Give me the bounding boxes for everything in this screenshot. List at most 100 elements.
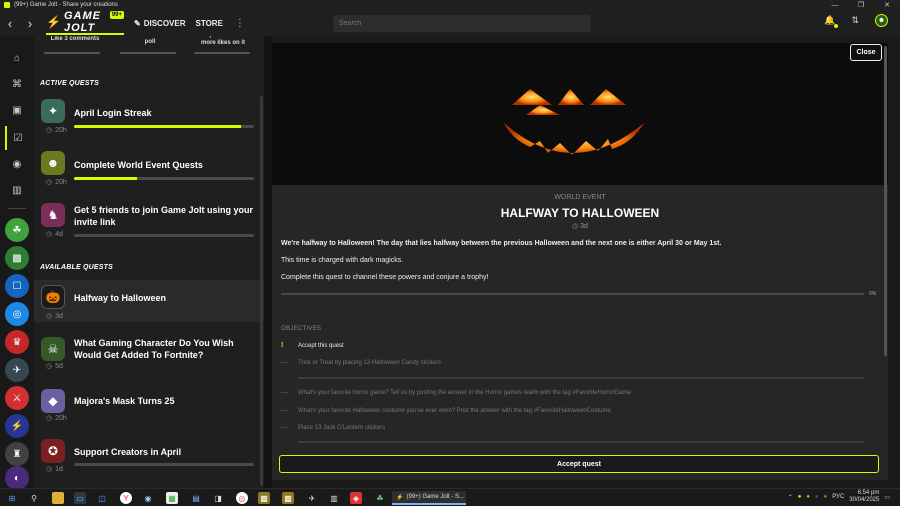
quest-emblem-icon: ◆ bbox=[41, 389, 65, 413]
app-icon[interactable]: ▩ bbox=[258, 492, 270, 504]
app-icon[interactable]: ◨ bbox=[212, 492, 224, 504]
quest-item-selected[interactable]: 🎃 ◷ 3d Halfway to Halloween bbox=[34, 280, 264, 322]
search-icon[interactable]: ⚲ bbox=[28, 492, 40, 504]
community-icon[interactable]: ◎ bbox=[5, 302, 29, 326]
chrome-icon[interactable]: ◎ bbox=[236, 492, 248, 504]
community-icon[interactable]: ◐ bbox=[5, 466, 29, 490]
home-icon[interactable]: ⌂ bbox=[5, 46, 29, 70]
tray-expand-icon[interactable]: ⌃ bbox=[788, 494, 793, 501]
modal-scrollbar[interactable] bbox=[884, 46, 887, 356]
file-explorer-icon[interactable] bbox=[52, 492, 64, 504]
notifications-bell-icon[interactable]: 🔔 bbox=[824, 15, 839, 28]
library-icon[interactable]: ▥ bbox=[5, 178, 29, 202]
quest-title: Complete World Event Quests bbox=[74, 160, 203, 170]
objective-item: — Place 13 Jack O'Lantern stickers bbox=[281, 424, 385, 431]
store-icon[interactable]: ⌘ bbox=[5, 72, 29, 96]
compass-icon: ✎ bbox=[134, 18, 141, 28]
app-icon[interactable]: ▥ bbox=[328, 492, 340, 504]
community-icon[interactable]: ♛ bbox=[5, 330, 29, 354]
quests-icon[interactable]: ⇅ bbox=[851, 15, 859, 26]
top-right-icons: 🔔 ⇅ ☻ bbox=[824, 14, 888, 28]
quests-rail-icon[interactable]: ☑ bbox=[5, 126, 29, 150]
community-icon[interactable]: ⚔ bbox=[5, 386, 29, 410]
app-icon[interactable]: ◈ bbox=[350, 492, 362, 504]
event-progress-percent: 0% bbox=[869, 291, 877, 297]
window-title-text: (99+) Game Jolt - Share your creations bbox=[14, 2, 118, 8]
notification-center-icon[interactable]: ▭ bbox=[884, 494, 890, 501]
close-modal-button[interactable]: Close bbox=[850, 44, 882, 61]
quest-item[interactable]: ☠ ◷ 5d What Gaming Character Do You Wish … bbox=[34, 332, 264, 374]
tray-app-icon[interactable]: ● bbox=[806, 494, 810, 500]
minimize-button[interactable]: — bbox=[822, 0, 848, 10]
quest-emblem-icon: ✪ bbox=[41, 439, 65, 463]
maximize-button[interactable]: ❐ bbox=[848, 0, 874, 10]
tray-app-icon[interactable]: ● bbox=[824, 494, 828, 500]
quests-top-row: Like 3 comments poll Like a post with 10… bbox=[34, 36, 264, 58]
photos-icon[interactable]: ▭ bbox=[74, 492, 86, 504]
user-avatar[interactable]: ☻ bbox=[875, 14, 888, 27]
objective-text: What's your favorite horror game? Tell u… bbox=[298, 389, 631, 396]
app-icon[interactable]: ✈ bbox=[306, 492, 318, 504]
notification-count-badge: 99+ bbox=[109, 11, 124, 19]
quest-icon: ✪ bbox=[40, 438, 66, 464]
community-icon[interactable]: ☘ bbox=[5, 218, 29, 242]
app-icon[interactable]: ▤ bbox=[190, 492, 202, 504]
tray-app-icon[interactable]: ● bbox=[815, 494, 819, 500]
gamejolt-logo[interactable]: ⚡ GAME JOLT 99+ bbox=[46, 10, 124, 35]
keyboard-language[interactable]: РУС bbox=[832, 494, 844, 500]
quest-top-title[interactable]: Like 3 comments bbox=[40, 36, 110, 42]
app-icon[interactable]: ☘ bbox=[374, 492, 386, 504]
top-navigation: ‹ › ⚡ GAME JOLT 99+ ✎ DISCOVER STORE ⋮ 🔔… bbox=[0, 10, 900, 36]
accept-quest-button[interactable]: Accept quest bbox=[279, 455, 879, 473]
community-icon[interactable]: ▩ bbox=[5, 246, 29, 270]
more-menu-icon[interactable]: ⋮ bbox=[235, 18, 245, 29]
quest-item[interactable]: ♞ ◷ 4d Get 5 friends to join Game Jolt us… bbox=[34, 196, 264, 246]
quest-time-text: 20h bbox=[55, 126, 67, 134]
forward-button[interactable]: › bbox=[20, 10, 40, 36]
objective-progress-bar bbox=[298, 441, 864, 443]
app-icon[interactable]: ▩ bbox=[282, 492, 294, 504]
quest-time-text: 1d bbox=[55, 465, 63, 473]
taskbar-gamejolt-app[interactable]: ⚡ (99+) Game Jolt - S... bbox=[392, 491, 466, 505]
quest-icon: ◆ bbox=[40, 388, 66, 414]
quest-item[interactable]: ✪ ◷ 1d Support Creators in April bbox=[34, 436, 264, 480]
clock-date: 30/04/2025 bbox=[849, 497, 880, 503]
quest-icon: 🎃 bbox=[40, 284, 66, 310]
close-window-button[interactable]: ✕ bbox=[874, 0, 900, 10]
quest-item[interactable]: ◆ ◷ 20h Majora's Mask Turns 25 bbox=[34, 386, 264, 426]
quest-icon: ♞ bbox=[40, 202, 66, 228]
community-icon[interactable]: ✈ bbox=[5, 358, 29, 382]
chat-icon[interactable]: ◉ bbox=[5, 152, 29, 176]
quest-top-title[interactable]: poll bbox=[130, 39, 170, 45]
quest-time: ◷ 3d bbox=[46, 312, 63, 321]
backpack-icon[interactable]: ▣ bbox=[5, 98, 29, 122]
quest-item[interactable]: ☻ ◷ 20h Complete World Event Quests bbox=[34, 146, 264, 190]
community-icon[interactable]: ♜ bbox=[5, 442, 29, 466]
yandex-icon[interactable]: Y bbox=[120, 492, 132, 504]
windows-start-icon[interactable]: ⊞ bbox=[6, 492, 18, 504]
quest-icon: ✦ bbox=[40, 98, 66, 124]
quest-top-title[interactable]: Like a post with 100 or more likes on it bbox=[188, 36, 258, 47]
quest-progress-bar bbox=[74, 234, 254, 237]
event-title: HALFWAY TO HALLOWEEN bbox=[500, 206, 660, 220]
system-clock[interactable]: 6:54 pm 30/04/2025 bbox=[849, 490, 879, 504]
quest-icon: ☻ bbox=[40, 150, 66, 176]
quest-item[interactable]: ✦ ◷ 20h April Login Streak bbox=[34, 94, 264, 138]
steam-icon[interactable]: ◉ bbox=[142, 492, 154, 504]
store-app-icon[interactable]: ◫ bbox=[96, 492, 108, 504]
quest-icon: ☠ bbox=[40, 336, 66, 362]
back-button[interactable]: ‹ bbox=[0, 10, 20, 36]
app-icon[interactable]: ▦ bbox=[166, 492, 178, 504]
discover-link[interactable]: ✎ DISCOVER bbox=[134, 19, 186, 28]
community-icon[interactable]: ☐ bbox=[5, 274, 29, 298]
tray-app-icon[interactable]: ● bbox=[798, 494, 802, 500]
objective-item: — What's your favorite horror game? Tell… bbox=[281, 389, 631, 396]
community-icon[interactable]: ⚡ bbox=[5, 414, 29, 438]
quest-time-text: 3d bbox=[55, 312, 63, 320]
search-input[interactable] bbox=[333, 15, 591, 32]
quest-progress-fill bbox=[74, 125, 242, 128]
quests-scrollbar[interactable] bbox=[260, 96, 263, 486]
store-link[interactable]: STORE bbox=[196, 19, 223, 28]
objective-text: Accept this quest bbox=[298, 342, 344, 349]
quest-top-progress bbox=[194, 52, 250, 54]
